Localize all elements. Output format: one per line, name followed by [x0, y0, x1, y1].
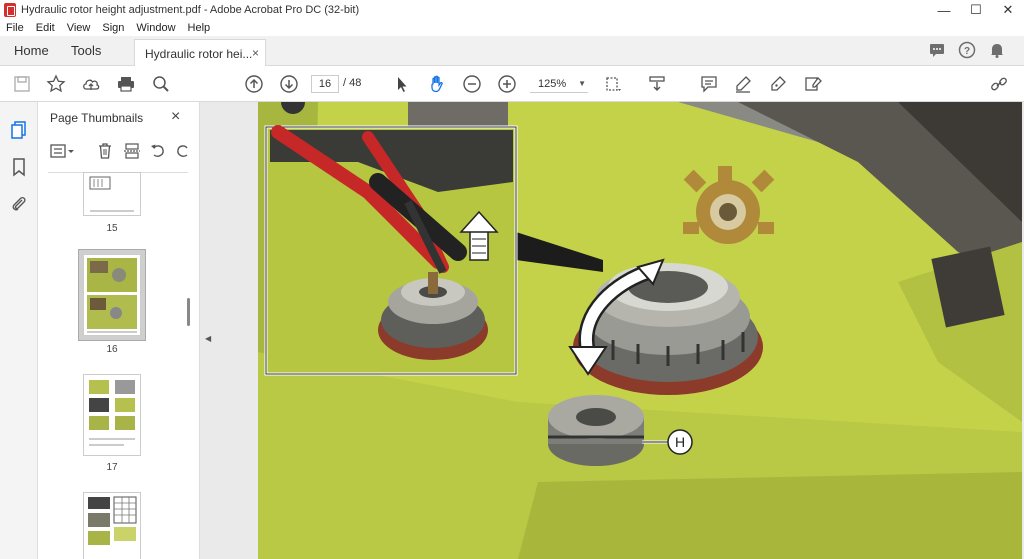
hydraulic-rotor-photo: H: [258, 102, 1022, 559]
previous-page-icon[interactable]: [244, 74, 264, 94]
rotate-clockwise-icon[interactable]: [174, 142, 192, 163]
menu-window[interactable]: Window: [136, 22, 175, 34]
zoom-select[interactable]: 125% ▼: [530, 75, 588, 93]
pdf-page-photo: H: [258, 102, 1022, 559]
thumbnail-page-16[interactable]: [83, 254, 141, 336]
menu-help[interactable]: Help: [188, 22, 211, 34]
window-title: Hydraulic rotor height adjustment.pdf - …: [21, 4, 360, 16]
zoom-value: 125%: [538, 78, 567, 90]
maximize-button[interactable]: ☐: [960, 0, 992, 20]
spacer-washer-h: [548, 395, 644, 466]
acrobat-app-icon: [4, 3, 16, 17]
tabbar-right-icons: ?: [928, 41, 1006, 59]
thumbnail-15-content: [89, 176, 134, 212]
sign-pen-icon[interactable]: [768, 74, 788, 94]
thumbnail-label-15: 15: [106, 223, 118, 234]
zoom-out-icon[interactable]: [462, 74, 482, 94]
page-fit-icon[interactable]: [603, 74, 623, 94]
zoom-in-icon[interactable]: [497, 74, 517, 94]
hand-tool-icon[interactable]: [427, 74, 447, 94]
print-icon[interactable]: [116, 74, 136, 94]
thumbnail-page-18[interactable]: [83, 492, 141, 559]
svg-text:?: ?: [964, 46, 970, 57]
tab-document-label: Hydraulic rotor hei...: [145, 46, 253, 61]
thumbnail-label-16: 16: [106, 344, 118, 355]
tab-bar: Home Tools Hydraulic rotor hei... × ?: [0, 36, 1024, 67]
select-cursor-icon[interactable]: [392, 74, 412, 94]
menu-view[interactable]: View: [67, 22, 91, 34]
rotate-counterclockwise-icon[interactable]: [149, 142, 167, 163]
cloud-upload-icon[interactable]: [81, 74, 101, 94]
page-total: / 48: [343, 77, 362, 89]
tab-close-icon[interactable]: ×: [252, 46, 259, 60]
tab-document[interactable]: Hydraulic rotor hei... ×: [134, 39, 266, 67]
thumbnail-tools: [48, 142, 198, 164]
delete-page-icon[interactable]: [96, 142, 114, 163]
edit-pdf-icon[interactable]: [803, 74, 823, 94]
tab-home[interactable]: Home: [14, 43, 49, 58]
tab-tools[interactable]: Tools: [71, 43, 101, 58]
page-number-input[interactable]: 16: [311, 75, 339, 93]
callout-h-label: H: [675, 434, 685, 450]
minimize-button[interactable]: —: [928, 0, 960, 20]
insert-page-icon[interactable]: [123, 142, 141, 163]
thumbnail-17-content: [89, 380, 135, 446]
title-bar: Hydraulic rotor height adjustment.pdf - …: [0, 0, 1024, 20]
close-window-button[interactable]: ✕: [992, 0, 1024, 20]
attachment-paperclip-icon[interactable]: [9, 194, 29, 214]
highlight-pen-icon[interactable]: [733, 74, 753, 94]
menu-edit[interactable]: Edit: [36, 22, 55, 34]
chevron-down-icon: ▼: [578, 79, 586, 88]
toolbar: 16 / 48 125% ▼: [0, 66, 1024, 102]
bookmark-icon[interactable]: [9, 157, 29, 177]
menu-sign[interactable]: Sign: [102, 22, 124, 34]
save-icon[interactable]: [12, 74, 32, 94]
thumbnail-18-content: [88, 496, 137, 545]
menu-file[interactable]: File: [6, 22, 24, 34]
thumbnail-page-15[interactable]: [83, 172, 141, 216]
thumbnail-page-17[interactable]: [83, 374, 141, 456]
thumbnail-scrollbar[interactable]: [187, 298, 190, 326]
menu-bar: File Edit View Sign Window Help: [0, 20, 1024, 36]
share-link-icon[interactable]: [989, 74, 1009, 94]
window-controls: — ☐ ✕: [928, 0, 1024, 20]
help-icon[interactable]: ?: [958, 41, 976, 59]
search-zoom-icon[interactable]: [151, 74, 171, 94]
left-navigation-rail: [0, 102, 38, 559]
comment-icon[interactable]: [699, 74, 719, 94]
inset-detail-photo: [264, 125, 518, 376]
comment-bubble-icon[interactable]: [928, 41, 946, 59]
notification-bell-icon[interactable]: [988, 41, 1006, 59]
thumbnail-label-17: 17: [106, 462, 118, 473]
panel-title: Page Thumbnails: [50, 111, 144, 125]
thumbnail-options-icon[interactable]: [50, 142, 76, 163]
next-page-icon[interactable]: [279, 74, 299, 94]
page-thumbnails-icon[interactable]: [9, 120, 29, 140]
page-thumbnails-panel: Page Thumbnails × 15 16 17: [38, 102, 200, 559]
star-bookmark-icon[interactable]: [46, 74, 66, 94]
collapse-panel-icon[interactable]: ◀: [205, 334, 211, 343]
panel-close-icon[interactable]: ×: [171, 108, 180, 126]
scroll-mode-icon[interactable]: [647, 74, 667, 94]
thumbnail-16-content: [87, 258, 137, 333]
